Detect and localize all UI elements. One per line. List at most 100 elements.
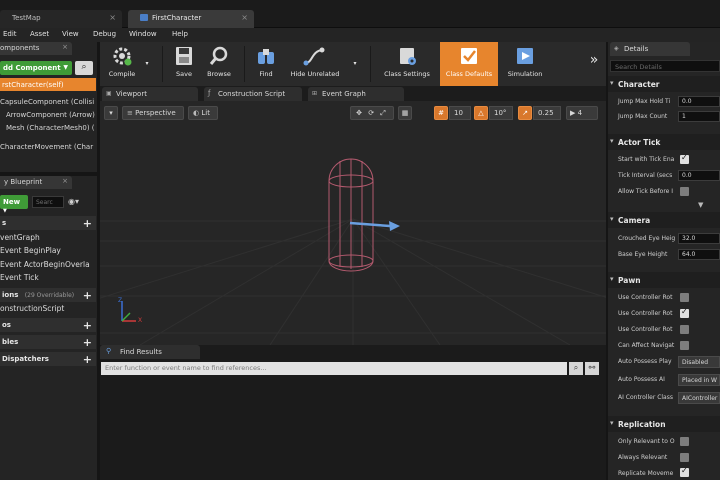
menu-debug[interactable]: Debug	[93, 30, 116, 38]
details-search-input[interactable]: Search Details	[610, 60, 720, 72]
rotation-snap-icon[interactable]: △	[474, 106, 488, 120]
use-controller-rotation-pitch-checkbox[interactable]	[680, 293, 689, 302]
transform-tools[interactable]: ✥ ⟳ ⤢	[350, 106, 394, 120]
components-tab[interactable]: omponents ×	[0, 42, 72, 55]
category-replication[interactable]: Replication	[608, 416, 720, 432]
tab-viewport[interactable]: ▣ Viewport	[102, 87, 198, 101]
graph-item-beginplay[interactable]: Event BeginPlay	[0, 246, 61, 255]
ai-controller-class-dropdown[interactable]: AIController	[678, 392, 720, 404]
use-controller-rotation-roll-checkbox[interactable]	[680, 325, 689, 334]
add-icon[interactable]: +	[83, 319, 92, 332]
menu-asset[interactable]: Asset	[30, 30, 49, 38]
chevron-down-icon[interactable]: ▼	[698, 201, 703, 209]
close-icon[interactable]: ×	[62, 43, 68, 51]
category-character[interactable]: Character	[608, 76, 720, 92]
category-pawn[interactable]: Pawn	[608, 272, 720, 288]
surface-snap-icon[interactable]: ▦	[398, 106, 412, 120]
compile-options-chevron-icon[interactable]: ▾	[142, 42, 152, 86]
lit-button[interactable]: ◐ Lit	[188, 106, 218, 120]
section-dispatchers[interactable]: Dispatchers +	[0, 352, 96, 366]
my-blueprint-tab[interactable]: y Blueprint ×	[0, 176, 72, 189]
close-icon[interactable]: ×	[109, 13, 116, 22]
menu-help[interactable]: Help	[172, 30, 188, 38]
component-item-movement[interactable]: CharacterMovement (Char	[0, 143, 93, 151]
category-camera[interactable]: Camera	[608, 212, 720, 228]
component-item-mesh[interactable]: Mesh (CharacterMesh0) (	[6, 124, 95, 132]
section-label: bles	[2, 338, 19, 346]
menu-window[interactable]: Window	[129, 30, 157, 38]
compile-button[interactable]: Compile	[102, 42, 142, 86]
axis-x-label: X	[138, 317, 143, 324]
can-affect-navigation-checkbox[interactable]	[680, 341, 689, 350]
search-icon[interactable]: ⌕	[75, 61, 93, 75]
start-with-tick-checkbox[interactable]	[680, 153, 689, 164]
graph-item-tick[interactable]: Event Tick	[0, 273, 39, 282]
blueprint-search-input[interactable]: Searc	[32, 196, 64, 208]
section-functions[interactable]: ions (29 Overridable) +	[0, 288, 96, 302]
jump-max-count-field[interactable]: 1	[678, 111, 720, 122]
search-icon[interactable]: ⌕	[569, 362, 583, 375]
camera-speed-button[interactable]: ▶ 4	[566, 106, 598, 120]
base-eye-height-field[interactable]: 64.0	[678, 249, 720, 260]
chevron-down-icon: ▼	[3, 208, 7, 214]
section-variables[interactable]: bles +	[0, 335, 96, 349]
class-settings-button[interactable]: Class Settings	[380, 42, 434, 86]
auto-possess-ai-dropdown[interactable]: Placed in W	[678, 374, 720, 386]
use-controller-rotation-yaw-checkbox[interactable]	[680, 307, 689, 318]
only-relevant-checkbox[interactable]	[680, 437, 689, 446]
add-component-button[interactable]: dd Component ▼	[0, 61, 72, 75]
component-item-capsule[interactable]: CapsuleComponent (Collisi	[0, 98, 94, 106]
simulation-button[interactable]: Simulation	[502, 42, 548, 86]
close-icon[interactable]: ×	[62, 177, 68, 185]
jump-max-hold-time-field[interactable]: 0.0	[678, 96, 720, 107]
tab-firstcharacter[interactable]: FirstCharacter ×	[128, 10, 254, 28]
hide-unrelated-button[interactable]: Hide Unrelated	[286, 42, 344, 86]
viewport-options-button[interactable]: ▾	[104, 106, 118, 120]
binoculars-icon: ⚲	[106, 347, 112, 355]
crouched-eye-height-field[interactable]: 32.0	[678, 233, 720, 244]
auto-possess-player-dropdown[interactable]: Disabled	[678, 356, 720, 368]
scale-snap-icon[interactable]: ↗	[518, 106, 532, 120]
always-relevant-checkbox[interactable]	[680, 453, 689, 462]
section-graphs[interactable]: s +	[0, 216, 96, 230]
tab-event-graph[interactable]: ⊞ Event Graph	[308, 87, 404, 101]
details-tab[interactable]: ◈ Details	[610, 42, 690, 56]
find-input[interactable]: Enter function or event name to find ref…	[101, 362, 567, 375]
replicate-movement-checkbox[interactable]	[680, 466, 689, 477]
grid-snap-icon[interactable]: #	[434, 106, 448, 120]
tick-interval-field[interactable]: 0.0	[678, 170, 720, 181]
add-icon[interactable]: +	[83, 217, 92, 230]
hide-options-chevron-icon[interactable]: ▾	[350, 42, 360, 86]
eye-icon[interactable]: ◉▾	[68, 197, 84, 207]
perspective-button[interactable]: ≡ Perspective	[122, 106, 184, 120]
menu-edit[interactable]: Edit	[3, 30, 17, 38]
new-button[interactable]: New ▼	[0, 195, 28, 214]
add-icon[interactable]: +	[83, 336, 92, 349]
component-item-arrow[interactable]: ArrowComponent (Arrow)	[6, 111, 95, 119]
scale-snap-value[interactable]: 0.25	[533, 106, 561, 120]
category-actor-tick[interactable]: Actor Tick	[608, 134, 720, 150]
tab-construction-script[interactable]: ƒ Construction Script	[204, 87, 302, 101]
function-item-constructionscript[interactable]: onstructionScript	[0, 304, 64, 313]
add-icon[interactable]: +	[83, 353, 92, 366]
rotation-snap-value[interactable]: 10°	[489, 106, 513, 120]
close-icon[interactable]: ×	[241, 13, 248, 22]
toolbar-overflow-icon[interactable]: »	[586, 42, 602, 86]
section-macros[interactable]: os +	[0, 318, 96, 332]
add-icon[interactable]: +	[83, 289, 92, 302]
browse-button[interactable]: Browse	[202, 42, 236, 86]
component-self-row[interactable]: rstCharacter(self)	[0, 78, 96, 91]
save-button[interactable]: Save	[168, 42, 200, 86]
grid-snap-value[interactable]: 10	[449, 106, 471, 120]
menu-view[interactable]: View	[62, 30, 79, 38]
tab-testmap[interactable]: TestMap ×	[0, 10, 122, 28]
class-defaults-button[interactable]: Class Defaults	[440, 42, 498, 86]
graph-item-actorbeginoverlap[interactable]: Event ActorBeginOverla	[0, 260, 90, 269]
find-button[interactable]: Find	[250, 42, 282, 86]
graph-item-eventgraph[interactable]: ventGraph	[0, 233, 40, 242]
binoculars-icon[interactable]: ⚯	[585, 362, 599, 375]
viewport[interactable]: Z X ▾ ≡ Perspective ◐ Lit ✥ ⟳ ⤢ ▦ # 10 △…	[100, 101, 606, 345]
find-results-tab[interactable]: ⚲ Find Results	[100, 345, 200, 359]
allow-tick-checkbox[interactable]	[680, 187, 689, 196]
editor-tabs: ▣ Viewport ƒ Construction Script ⊞ Event…	[100, 86, 606, 101]
